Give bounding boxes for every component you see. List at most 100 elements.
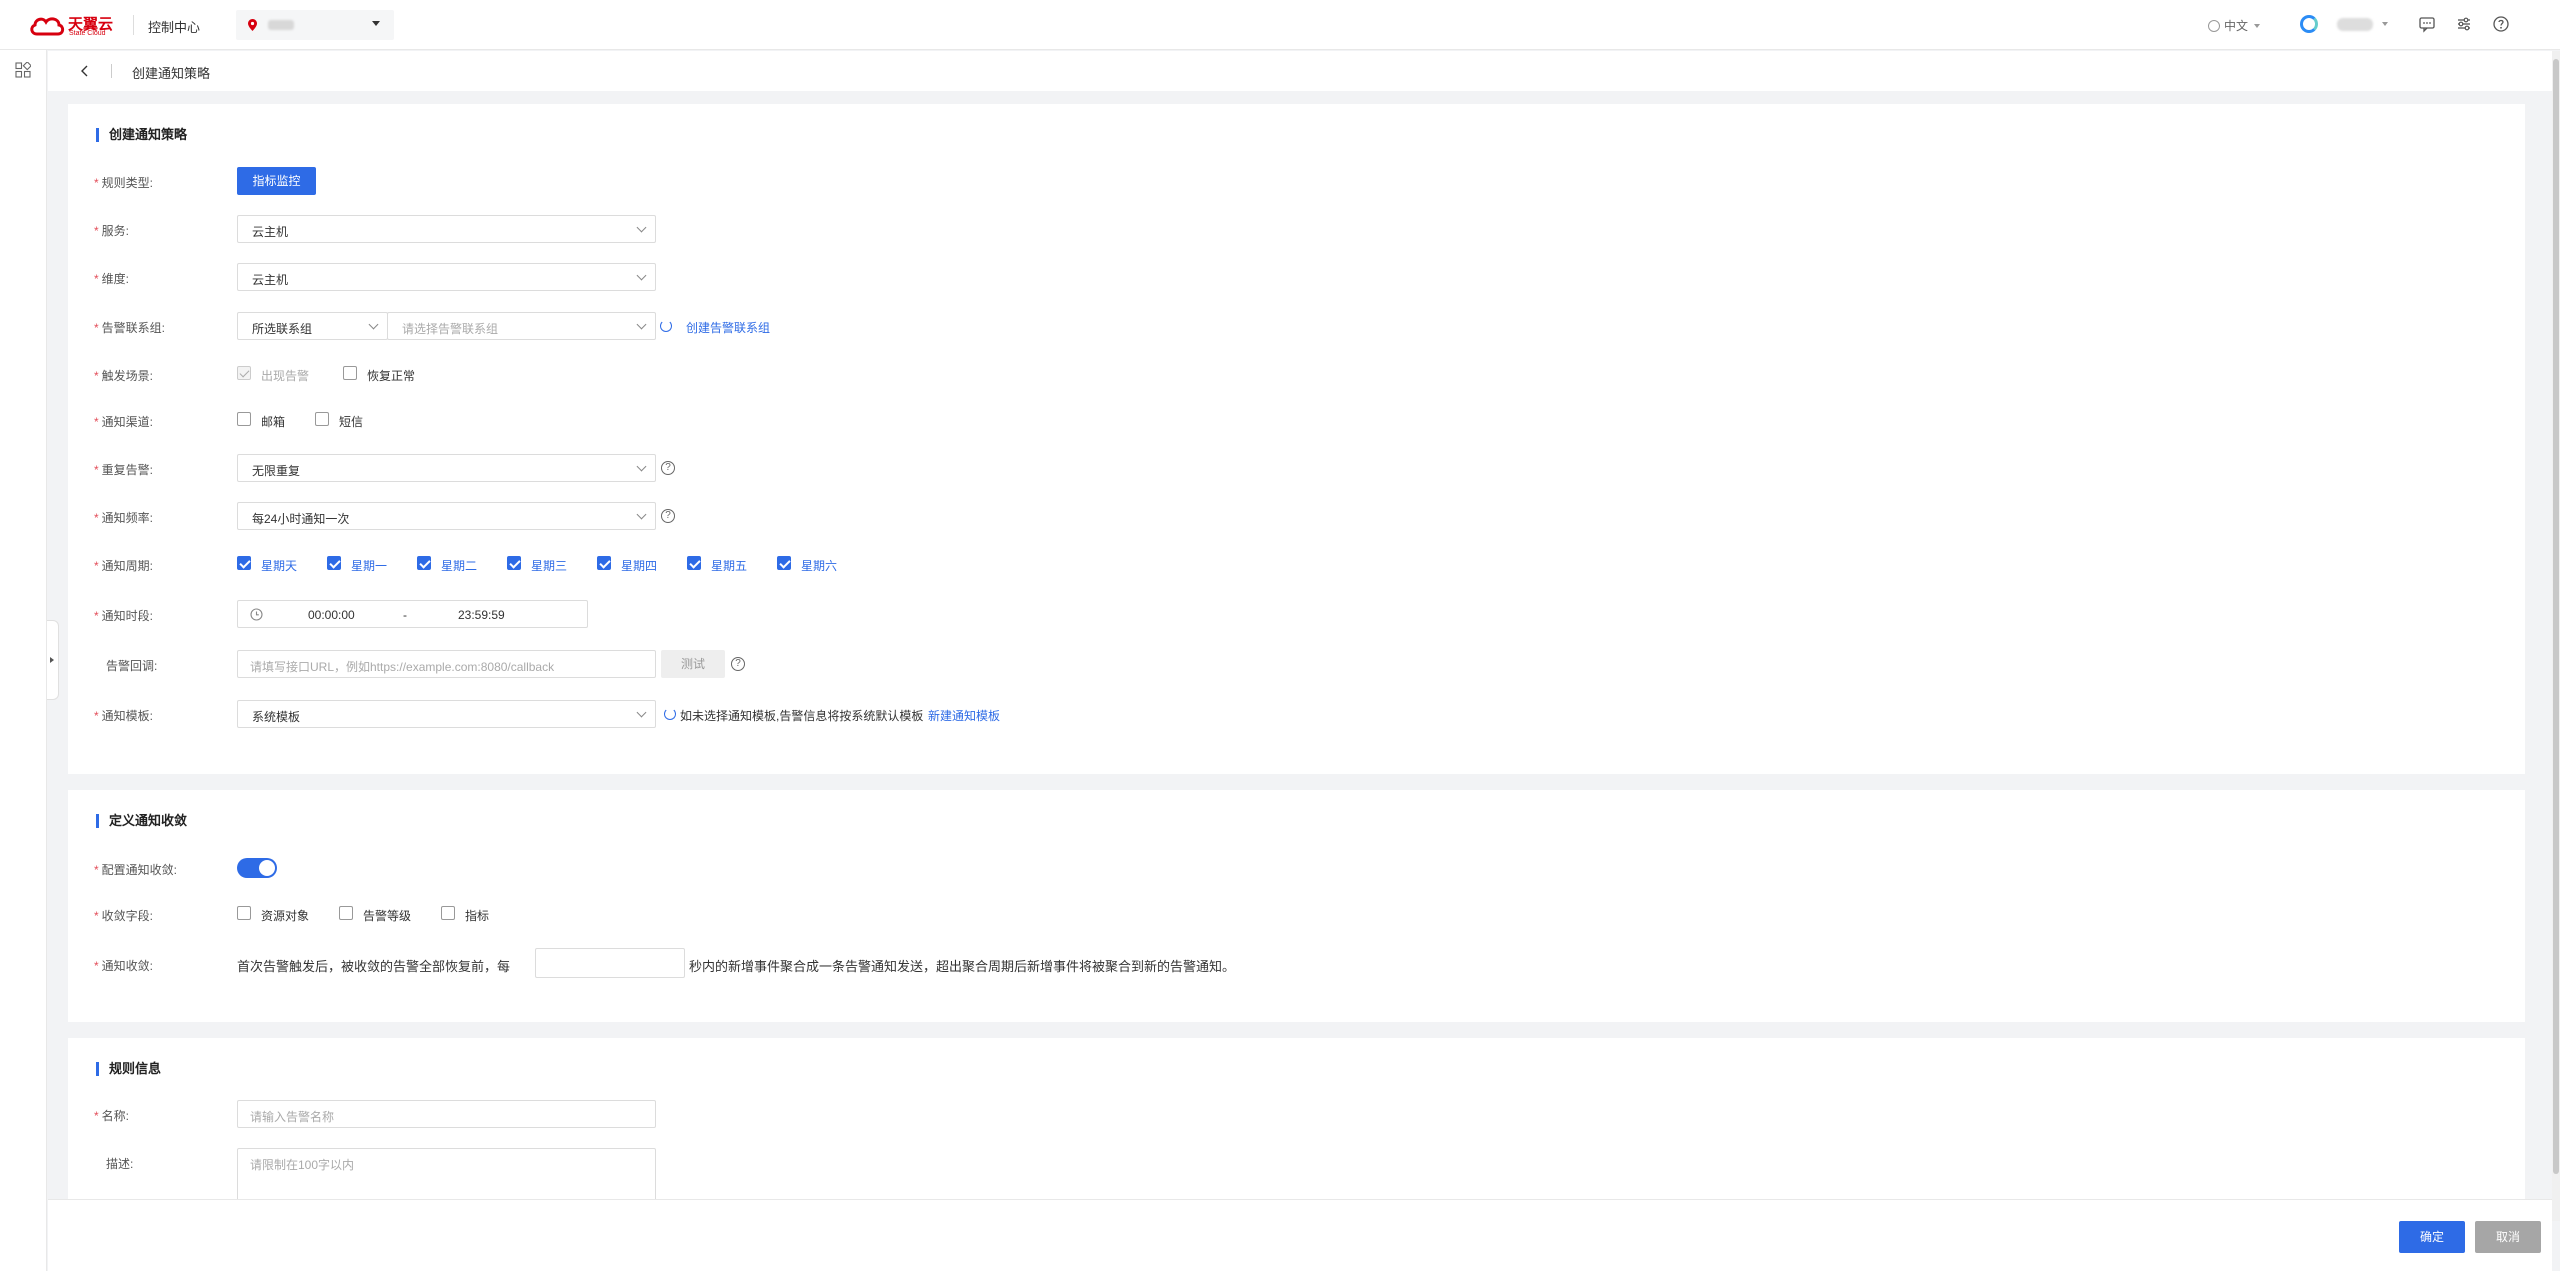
confirm-button[interactable]: 确定 xyxy=(2399,1221,2465,1253)
username-redacted[interactable] xyxy=(2337,18,2373,31)
trigger-row: * 触发场景: 出现告警 恢复正常 xyxy=(68,360,2525,388)
checkbox-box xyxy=(327,556,341,570)
name-row: * 名称: 请输入告警名称 xyxy=(68,1100,2525,1128)
input-placeholder: 请填写接口URL，例如https://example.com:8080/call… xyxy=(250,660,555,674)
policy-card: 创建通知策略 * 规则类型: 指标监控 * 服务: 云主机 * 维度: 云主机 * 告警… xyxy=(68,104,2525,774)
template-hint: 如未选择通知模板,告警信息将按系统默认模板 xyxy=(680,709,924,723)
time-start[interactable]: 00:00:00 xyxy=(308,608,355,622)
service-select[interactable]: 云主机 xyxy=(237,215,656,243)
settings-sliders-icon[interactable] xyxy=(2455,15,2473,33)
checkbox-box xyxy=(507,556,521,570)
contact-group-select[interactable]: 请选择告警联系组 xyxy=(387,312,656,340)
left-rail xyxy=(0,50,47,1271)
cycle-row: * 通知周期: 星期天 星期一 星期二 星期三 星期四 星期五 星期六 xyxy=(68,550,2525,578)
chevron-down-icon xyxy=(636,707,647,718)
language-switcher[interactable]: 中文 xyxy=(2208,17,2261,34)
message-icon[interactable] xyxy=(2418,15,2436,33)
region-select[interactable] xyxy=(236,10,394,40)
clock-icon xyxy=(250,608,263,621)
callback-url-input[interactable]: 请填写接口URL，例如https://example.com:8080/call… xyxy=(237,650,656,678)
sidebar-expand-handle[interactable] xyxy=(47,620,59,700)
chevron-down-icon xyxy=(636,222,647,233)
cancel-button[interactable]: 取消 xyxy=(2475,1221,2541,1253)
template-select[interactable]: 系统模板 xyxy=(237,700,656,728)
select-value: 云主机 xyxy=(252,273,289,287)
help-icon[interactable]: ? xyxy=(661,461,675,475)
notice-text-after: 秒内的新增事件聚合成一条告警通知发送，超出聚合周期后新增事件将被聚合到新的告警通… xyxy=(689,959,1236,974)
footer-bar: 确定 取消 xyxy=(48,1199,2552,1271)
field-label: * 维度: xyxy=(94,272,130,286)
contact-group-row: * 告警联系组: 所选联系组 请选择告警联系组 创建告警联系组 xyxy=(68,312,2525,340)
contact-group-type-select[interactable]: 所选联系组 xyxy=(237,312,388,340)
channel-row: * 通知渠道: 邮箱 短信 xyxy=(68,406,2525,434)
select-value: 所选联系组 xyxy=(252,322,313,336)
test-button[interactable]: 测试 xyxy=(661,650,725,678)
language-label: 中文 xyxy=(2224,19,2249,33)
page-scrollbar[interactable] xyxy=(2552,51,2560,1221)
refresh-icon[interactable] xyxy=(664,708,676,720)
field-label: * 通知频率: xyxy=(94,511,154,525)
field-label: * 名称: xyxy=(94,1109,130,1123)
repeat-select[interactable]: 无限重复 xyxy=(237,454,656,482)
user-avatar[interactable] xyxy=(2300,15,2318,33)
input-placeholder: 请输入告警名称 xyxy=(250,1110,335,1124)
field-label: * 通知模板: xyxy=(94,709,154,723)
help-icon[interactable]: ? xyxy=(731,657,745,671)
checkbox-box xyxy=(441,906,455,920)
field-label: * 服务: xyxy=(94,224,130,238)
checkbox-box xyxy=(343,366,357,380)
help-icon[interactable]: ? xyxy=(661,509,675,523)
chevron-down-icon xyxy=(368,319,379,330)
caret-down-icon xyxy=(2254,24,2261,28)
scrollbar-thumb[interactable] xyxy=(2553,59,2559,1174)
convergence-toggle[interactable] xyxy=(237,858,277,878)
frequency-select[interactable]: 每24小时通知一次 xyxy=(237,502,656,530)
rule-name-input[interactable]: 请输入告警名称 xyxy=(237,1100,656,1128)
app-grid-icon[interactable] xyxy=(15,62,31,78)
new-template-link[interactable]: 新建通知模板 xyxy=(928,707,1000,724)
metric-monitor-button[interactable]: 指标监控 xyxy=(237,167,316,195)
create-contact-group-link[interactable]: 创建告警联系组 xyxy=(686,319,770,336)
convergence-card: 定义通知收敛 * 配置通知收敛: * 收敛字段: 资源对象 告警等级 指标 * 通知收… xyxy=(68,790,2525,1022)
select-value: 云主机 xyxy=(252,225,289,239)
chevron-down-icon xyxy=(636,270,647,281)
time-end[interactable]: 23:59:59 xyxy=(458,608,505,622)
field-label: * 重复告警: xyxy=(94,463,154,477)
field-label: * 告警联系组: xyxy=(94,321,166,335)
logo-subtext: State Cloud xyxy=(69,30,106,37)
checkbox-box xyxy=(237,366,251,380)
toggle-knob xyxy=(259,860,275,876)
caret-down-icon[interactable] xyxy=(2382,22,2388,26)
dimension-select[interactable]: 云主机 xyxy=(237,263,656,291)
back-arrow-icon[interactable] xyxy=(76,62,94,80)
field-label: * 通知收敛: xyxy=(94,959,154,973)
template-row: * 通知模板: 系统模板 如未选择通知模板,告警信息将按系统默认模板 新建通知模板 xyxy=(68,700,2525,728)
select-value: 无限重复 xyxy=(252,464,301,478)
page-header: 创建通知策略 xyxy=(48,51,2552,91)
checkbox-box xyxy=(417,556,431,570)
refresh-icon[interactable] xyxy=(660,320,672,332)
console-title[interactable]: 控制中心 xyxy=(148,17,200,36)
convergence-seconds-input[interactable] xyxy=(535,948,685,978)
field-label: * 配置通知收敛: xyxy=(94,863,178,877)
checkbox-box xyxy=(777,556,791,570)
chevron-down-icon xyxy=(636,509,647,520)
time-range-picker[interactable]: 00:00:00 - 23:59:59 xyxy=(237,600,588,628)
help-icon[interactable] xyxy=(2492,15,2510,33)
checkbox-box xyxy=(237,556,251,570)
chevron-down-icon xyxy=(636,319,647,330)
convergence-config-row: * 配置通知收敛: xyxy=(68,854,2525,882)
service-row: * 服务: 云主机 xyxy=(68,215,2525,243)
field-label: * 规则类型: xyxy=(94,176,154,190)
brand-logo[interactable]: 天翼云 State Cloud xyxy=(28,11,122,39)
field-label: * 触发场景: xyxy=(94,369,154,383)
topbar-divider xyxy=(133,15,134,35)
convergence-notice-row: * 通知收敛: 首次告警触发后，被收敛的告警全部恢复前，每 秒内的新增事件聚合成一… xyxy=(68,948,2525,978)
select-value: 系统模板 xyxy=(252,710,301,724)
input-placeholder: 请限制在100字以内 xyxy=(250,1158,355,1172)
notice-text-before: 首次告警触发后，被收敛的告警全部恢复前，每 xyxy=(237,959,511,974)
time-range-row: * 通知时段: 00:00:00 - 23:59:59 xyxy=(68,600,2525,628)
rule-type-row: * 规则类型: 指标监控 xyxy=(68,167,2525,195)
callback-row: 告警回调: 请填写接口URL，例如https://example.com:808… xyxy=(68,650,2525,678)
dimension-row: * 维度: 云主机 xyxy=(68,263,2525,291)
